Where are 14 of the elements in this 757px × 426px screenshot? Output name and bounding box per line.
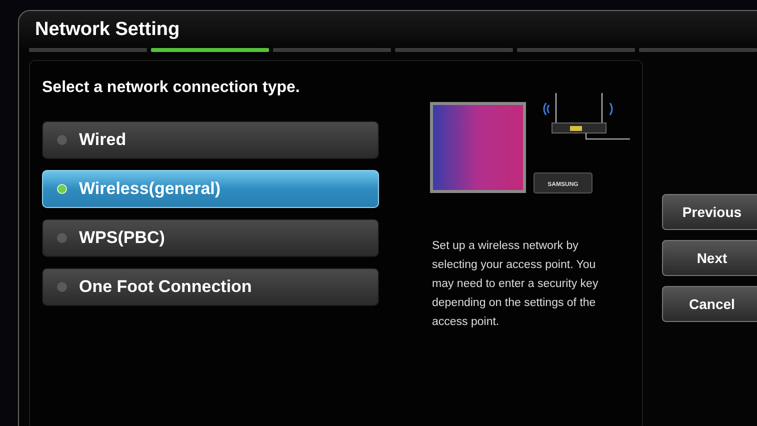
connection-option[interactable]: Wireless(general) xyxy=(42,170,379,208)
wizard-button[interactable]: Previous xyxy=(662,194,757,230)
connection-option[interactable]: One Foot Connection xyxy=(42,268,379,306)
window-title: Network Setting xyxy=(35,19,181,42)
description-text: Set up a wireless network by selecting your access point. You may need to enter a security key depending on the settings of the access point. xyxy=(432,239,600,330)
radio-indicator-icon xyxy=(57,233,67,243)
radio-indicator-icon xyxy=(57,135,67,145)
prompt-text: Select a network connection type. xyxy=(42,79,301,97)
wizard-button[interactable]: Cancel xyxy=(662,286,757,322)
wizard-button[interactable]: Next xyxy=(662,240,757,276)
connection-option[interactable]: Wired xyxy=(42,121,379,159)
radio-indicator-icon xyxy=(57,282,67,292)
radio-indicator-icon xyxy=(57,184,67,194)
connection-option[interactable]: WPS(PBC) xyxy=(42,219,379,257)
